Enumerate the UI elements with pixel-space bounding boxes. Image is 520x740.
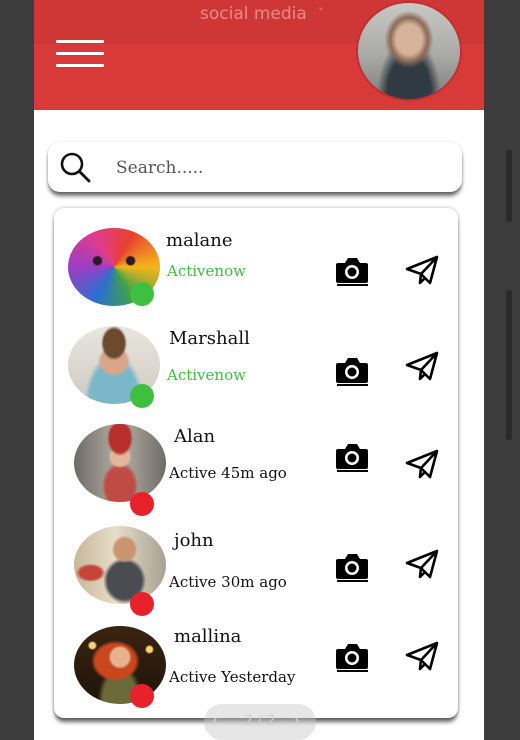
send-icon[interactable] (404, 548, 440, 580)
search-input[interactable] (114, 152, 438, 184)
phone-side-button (506, 290, 512, 440)
offline-status-dot (130, 684, 154, 708)
contact-name: john (174, 530, 214, 551)
phone-bezel-right (484, 0, 520, 740)
previous-page-icon[interactable]: ‹ (212, 711, 218, 729)
contact-row[interactable]: Marshall Activenow (54, 320, 458, 416)
send-icon[interactable] (404, 350, 440, 382)
next-page-icon[interactable]: › (294, 711, 300, 729)
send-icon[interactable] (404, 640, 440, 672)
page-count: 2 / 2 (244, 713, 276, 729)
camera-icon[interactable] (334, 550, 370, 582)
contact-name: malane (166, 230, 233, 251)
menu-button[interactable] (56, 38, 106, 70)
contact-status: Active 30m ago (169, 573, 287, 591)
online-status-dot (130, 384, 154, 408)
camera-icon[interactable] (334, 440, 370, 472)
avatar (74, 526, 166, 604)
menu-icon-bar (56, 52, 104, 55)
contact-name: Marshall (169, 328, 250, 349)
contact-status: Activenow (167, 262, 246, 280)
offline-status-dot (130, 492, 154, 516)
contact-row[interactable]: john Active 30m ago (54, 520, 458, 616)
contact-name: Alan (174, 426, 216, 447)
title-dropdown-icon[interactable]: ˅ (318, 6, 324, 19)
contact-status: Active Yesterday (169, 668, 296, 686)
search-icon[interactable] (58, 150, 92, 184)
contact-status: Activenow (167, 366, 246, 384)
camera-icon[interactable] (334, 640, 370, 672)
phone-side-button (506, 150, 512, 222)
online-status-dot (130, 282, 154, 306)
page-indicator: ‹ 2 / 2 › (204, 704, 316, 740)
app-title: social media (200, 4, 307, 24)
send-icon[interactable] (404, 254, 440, 286)
profile-avatar[interactable] (356, 1, 462, 101)
camera-icon[interactable] (334, 354, 370, 386)
app-header: social media ˅ (34, 0, 484, 110)
contact-row[interactable]: malane Activenow (54, 222, 458, 318)
contacts-list: malane Activenow Marshall Activenow Alan… (54, 208, 458, 718)
menu-icon-bar (56, 64, 104, 67)
contact-row[interactable]: mallina Active Yesterday (54, 620, 458, 716)
offline-status-dot (130, 592, 154, 616)
phone-bezel-left (0, 0, 34, 740)
contact-row[interactable]: Alan Active 45m ago (54, 418, 458, 516)
camera-icon[interactable] (334, 254, 370, 286)
contact-status: Active 45m ago (169, 464, 287, 482)
contact-name: mallina (174, 626, 242, 647)
app-screen: social media ˅ malane Activenow (34, 0, 484, 740)
search-bar[interactable] (48, 142, 462, 192)
menu-icon-bar (56, 40, 104, 43)
avatar (74, 424, 166, 502)
send-icon[interactable] (404, 448, 440, 480)
